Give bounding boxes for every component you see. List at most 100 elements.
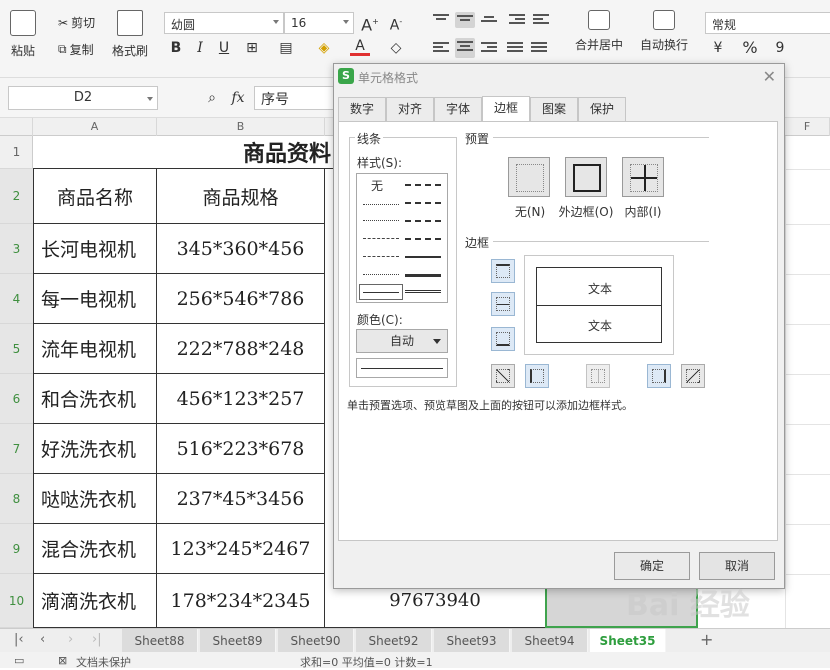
currency-icon[interactable]: ¥ xyxy=(708,38,728,58)
line-style-medium[interactable] xyxy=(405,256,441,258)
cell-b6[interactable]: 456*123*257 xyxy=(157,374,325,424)
row-header[interactable]: 6 xyxy=(0,374,33,424)
sheet-tab[interactable]: Sheet93 xyxy=(434,629,510,653)
sheet-tab[interactable]: Sheet92 xyxy=(356,629,432,653)
italic-icon[interactable]: I xyxy=(190,38,210,58)
align-right-icon[interactable] xyxy=(481,42,497,54)
decrease-font-icon[interactable]: A- xyxy=(386,12,406,34)
line-style-none[interactable]: 无 xyxy=(371,177,383,194)
indent-increase-icon[interactable] xyxy=(533,14,549,26)
cell-a10[interactable]: 滴滴洗衣机 xyxy=(33,574,157,628)
preset-outline-button[interactable] xyxy=(565,157,607,197)
paste-button[interactable]: 粘贴 xyxy=(10,10,36,59)
row-header[interactable]: 2 xyxy=(0,169,33,224)
row-header[interactable]: 4 xyxy=(0,274,33,324)
border-top-button[interactable] xyxy=(491,259,515,283)
border-middle-button[interactable] xyxy=(491,292,515,316)
cell-b3[interactable]: 345*360*456 xyxy=(157,224,325,274)
align-bottom-icon[interactable] xyxy=(481,16,497,28)
indent-decrease-icon[interactable] xyxy=(509,14,525,26)
copy-button[interactable]: ⧉ 复制 xyxy=(58,41,94,58)
cell-b8[interactable]: 237*45*3456 xyxy=(157,474,325,524)
cell-a2[interactable]: 商品名称 xyxy=(33,169,157,224)
align-center-icon[interactable] xyxy=(455,38,475,58)
cancel-button[interactable]: 取消 xyxy=(699,552,775,580)
border-diag-up-button[interactable] xyxy=(491,364,515,388)
row-header[interactable]: 9 xyxy=(0,524,33,574)
line-style-dotted[interactable] xyxy=(363,220,399,221)
row-header[interactable]: 5 xyxy=(0,324,33,374)
align-top-icon[interactable] xyxy=(433,14,449,26)
line-style-list[interactable]: 无 xyxy=(356,173,448,303)
cell-b2[interactable]: 商品规格 xyxy=(157,169,325,224)
wrap-text-button[interactable]: 自动换行 xyxy=(640,10,688,53)
cell-b9[interactable]: 123*245*2467 xyxy=(157,524,325,574)
sheet-tab-active[interactable]: Sheet35 xyxy=(590,629,666,653)
percent-icon[interactable]: % xyxy=(740,38,760,58)
sheet-tab[interactable]: Sheet94 xyxy=(512,629,588,653)
tab-font[interactable]: 字体 xyxy=(434,97,482,121)
name-box[interactable]: D2 xyxy=(8,86,158,110)
row-header[interactable]: 8 xyxy=(0,474,33,524)
sheet-tab[interactable]: Sheet90 xyxy=(278,629,354,653)
cell-a7[interactable]: 好洗洗衣机 xyxy=(33,424,157,474)
column-header-a[interactable]: A xyxy=(33,118,157,136)
next-sheet-icon[interactable]: › xyxy=(68,632,73,647)
format-painter-button[interactable]: 格式刷 xyxy=(112,10,148,59)
cell-a8[interactable]: 哒哒洗衣机 xyxy=(33,474,157,524)
border-style-icon[interactable]: ▤ xyxy=(276,38,296,58)
add-sheet-icon[interactable]: + xyxy=(700,630,713,649)
zoom-search-icon[interactable]: ⌕ xyxy=(202,88,222,108)
merge-center-button[interactable]: 合并居中 xyxy=(575,10,623,53)
title-cell[interactable]: 商品资料 xyxy=(33,136,333,169)
tab-border[interactable]: 边框 xyxy=(482,96,530,122)
cell-b10[interactable]: 178*234*2345 xyxy=(157,574,325,628)
underline-icon[interactable]: U xyxy=(214,38,234,58)
line-style-hair[interactable] xyxy=(363,204,399,205)
line-style-medium-dash-dot-dot[interactable] xyxy=(405,184,441,186)
tab-alignment[interactable]: 对齐 xyxy=(386,97,434,121)
cut-button[interactable]: ✂ 剪切 xyxy=(58,14,95,31)
bold-icon[interactable]: B xyxy=(166,38,186,58)
tab-number[interactable]: 数字 xyxy=(338,97,386,121)
line-style-double[interactable] xyxy=(405,290,441,293)
cell-b7[interactable]: 516*223*678 xyxy=(157,424,325,474)
line-style-dash-dot[interactable] xyxy=(363,238,399,239)
tab-pattern[interactable]: 图案 xyxy=(530,97,578,121)
dialog-titlebar[interactable]: S 单元格格式 ✕ xyxy=(334,64,784,90)
clear-format-icon[interactable]: ◇ xyxy=(386,38,406,58)
row-header[interactable]: 7 xyxy=(0,424,33,474)
sheet-tab[interactable]: Sheet89 xyxy=(200,629,276,653)
last-sheet-icon[interactable]: ›| xyxy=(92,632,102,647)
thousands-icon[interactable]: 9 xyxy=(770,38,790,58)
first-sheet-icon[interactable]: |‹ xyxy=(14,632,24,647)
line-style-thick[interactable] xyxy=(405,274,441,277)
align-middle-icon[interactable] xyxy=(455,12,475,28)
line-style-slanted[interactable] xyxy=(405,202,441,204)
cell-b5[interactable]: 222*788*248 xyxy=(157,324,325,374)
justify-icon[interactable] xyxy=(507,42,523,54)
distributed-icon[interactable] xyxy=(531,42,547,54)
preset-none-button[interactable] xyxy=(508,157,550,197)
line-style-dashed[interactable] xyxy=(363,256,399,257)
fx-icon[interactable]: fx xyxy=(228,88,248,108)
column-header-f[interactable]: F xyxy=(785,118,830,136)
cell-b4[interactable]: 256*546*786 xyxy=(157,274,325,324)
cell-a6[interactable]: 和合洗衣机 xyxy=(33,374,157,424)
borders-icon[interactable]: ⊞ xyxy=(242,38,262,58)
formula-input[interactable]: 序号 xyxy=(254,86,344,110)
row-header[interactable]: 3 xyxy=(0,224,33,274)
number-format-select[interactable]: 常规 xyxy=(705,12,830,34)
border-center-button[interactable] xyxy=(586,364,610,388)
ok-button[interactable]: 确定 xyxy=(614,552,690,580)
corner-header[interactable] xyxy=(0,118,33,136)
line-style-medium-dashed[interactable] xyxy=(405,238,441,240)
row-header[interactable]: 1 xyxy=(0,136,33,169)
sheet-tab[interactable]: Sheet88 xyxy=(122,629,198,653)
font-color-icon[interactable]: A xyxy=(350,38,370,56)
border-bottom-button[interactable] xyxy=(491,327,515,351)
column-header-b[interactable]: B xyxy=(157,118,325,136)
cell-a9[interactable]: 混合洗衣机 xyxy=(33,524,157,574)
tab-protection[interactable]: 保护 xyxy=(578,97,626,121)
align-left-icon[interactable] xyxy=(433,42,449,54)
